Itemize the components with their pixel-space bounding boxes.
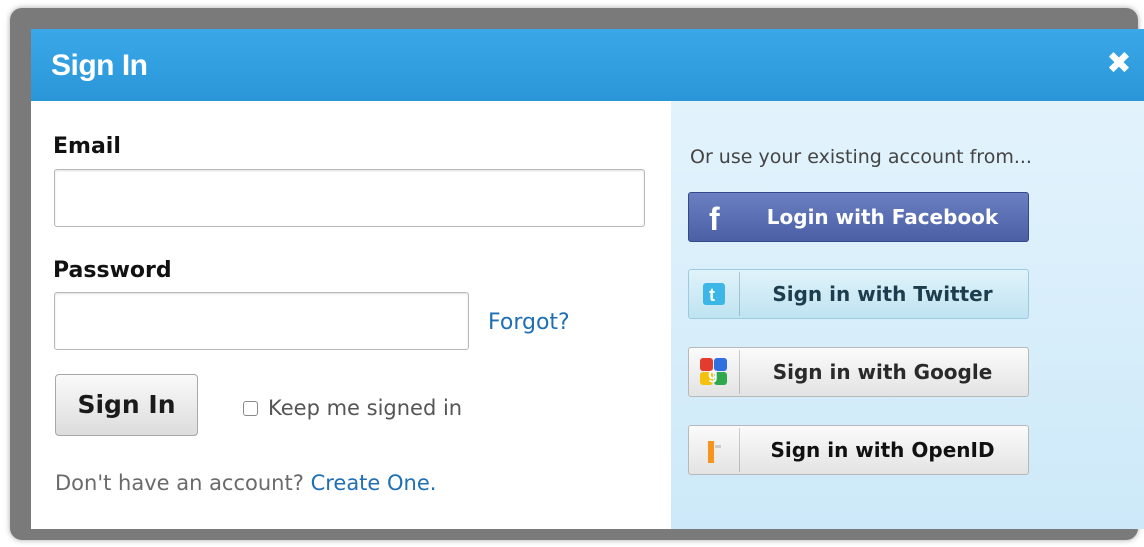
keep-signed-in-checkbox[interactable] (243, 400, 258, 416)
openid-signin-button[interactable]: Sign in with OpenID (688, 425, 1029, 475)
password-field[interactable] (54, 292, 469, 350)
email-field[interactable] (54, 169, 645, 227)
create-account-link[interactable]: Create One. (311, 471, 437, 495)
dialog-titlebar: Sign In ✖ (31, 29, 1144, 101)
no-account-text: Don't have an account? (55, 471, 304, 495)
sign-in-dialog: Sign In ✖ Email Password Forgot? Sign In… (31, 29, 1144, 529)
keep-signed-in-label: Keep me signed in (268, 396, 463, 420)
google-icon: g (689, 348, 739, 396)
dialog-title: Sign In (51, 49, 148, 82)
facebook-login-button[interactable]: f Login with Facebook (688, 192, 1029, 242)
password-label: Password (53, 258, 172, 283)
forgot-password-link[interactable]: Forgot? (488, 310, 570, 335)
social-heading: Or use your existing account from... (690, 146, 1032, 168)
twitter-divider (739, 272, 740, 316)
twitter-signin-button[interactable]: t Sign in with Twitter (688, 269, 1029, 319)
facebook-login-label: Login with Facebook (766, 205, 999, 229)
facebook-icon: f (689, 193, 739, 241)
svg-text:t: t (709, 285, 715, 305)
google-signin-label: Sign in with Google (772, 360, 993, 384)
openid-icon (689, 426, 739, 474)
social-login-panel: Or use your existing account from... f L… (671, 101, 1144, 529)
credentials-panel: Email Password Forgot? Sign In Keep me s… (31, 101, 671, 529)
close-icon[interactable]: ✖ (1104, 49, 1134, 79)
create-account-prompt: Don't have an account? Create One. (55, 471, 436, 495)
google-signin-button[interactable]: g Sign in with Google (688, 347, 1029, 397)
sign-in-button[interactable]: Sign In (55, 374, 198, 436)
openid-divider (739, 428, 740, 472)
svg-text:g: g (708, 366, 718, 383)
twitter-signin-label: Sign in with Twitter (772, 282, 993, 306)
email-label: Email (53, 134, 121, 159)
google-divider (739, 350, 740, 394)
svg-text:f: f (709, 201, 720, 234)
openid-signin-label: Sign in with OpenID (770, 438, 995, 462)
twitter-icon: t (689, 270, 739, 318)
keep-signed-in[interactable]: Keep me signed in (243, 396, 462, 420)
